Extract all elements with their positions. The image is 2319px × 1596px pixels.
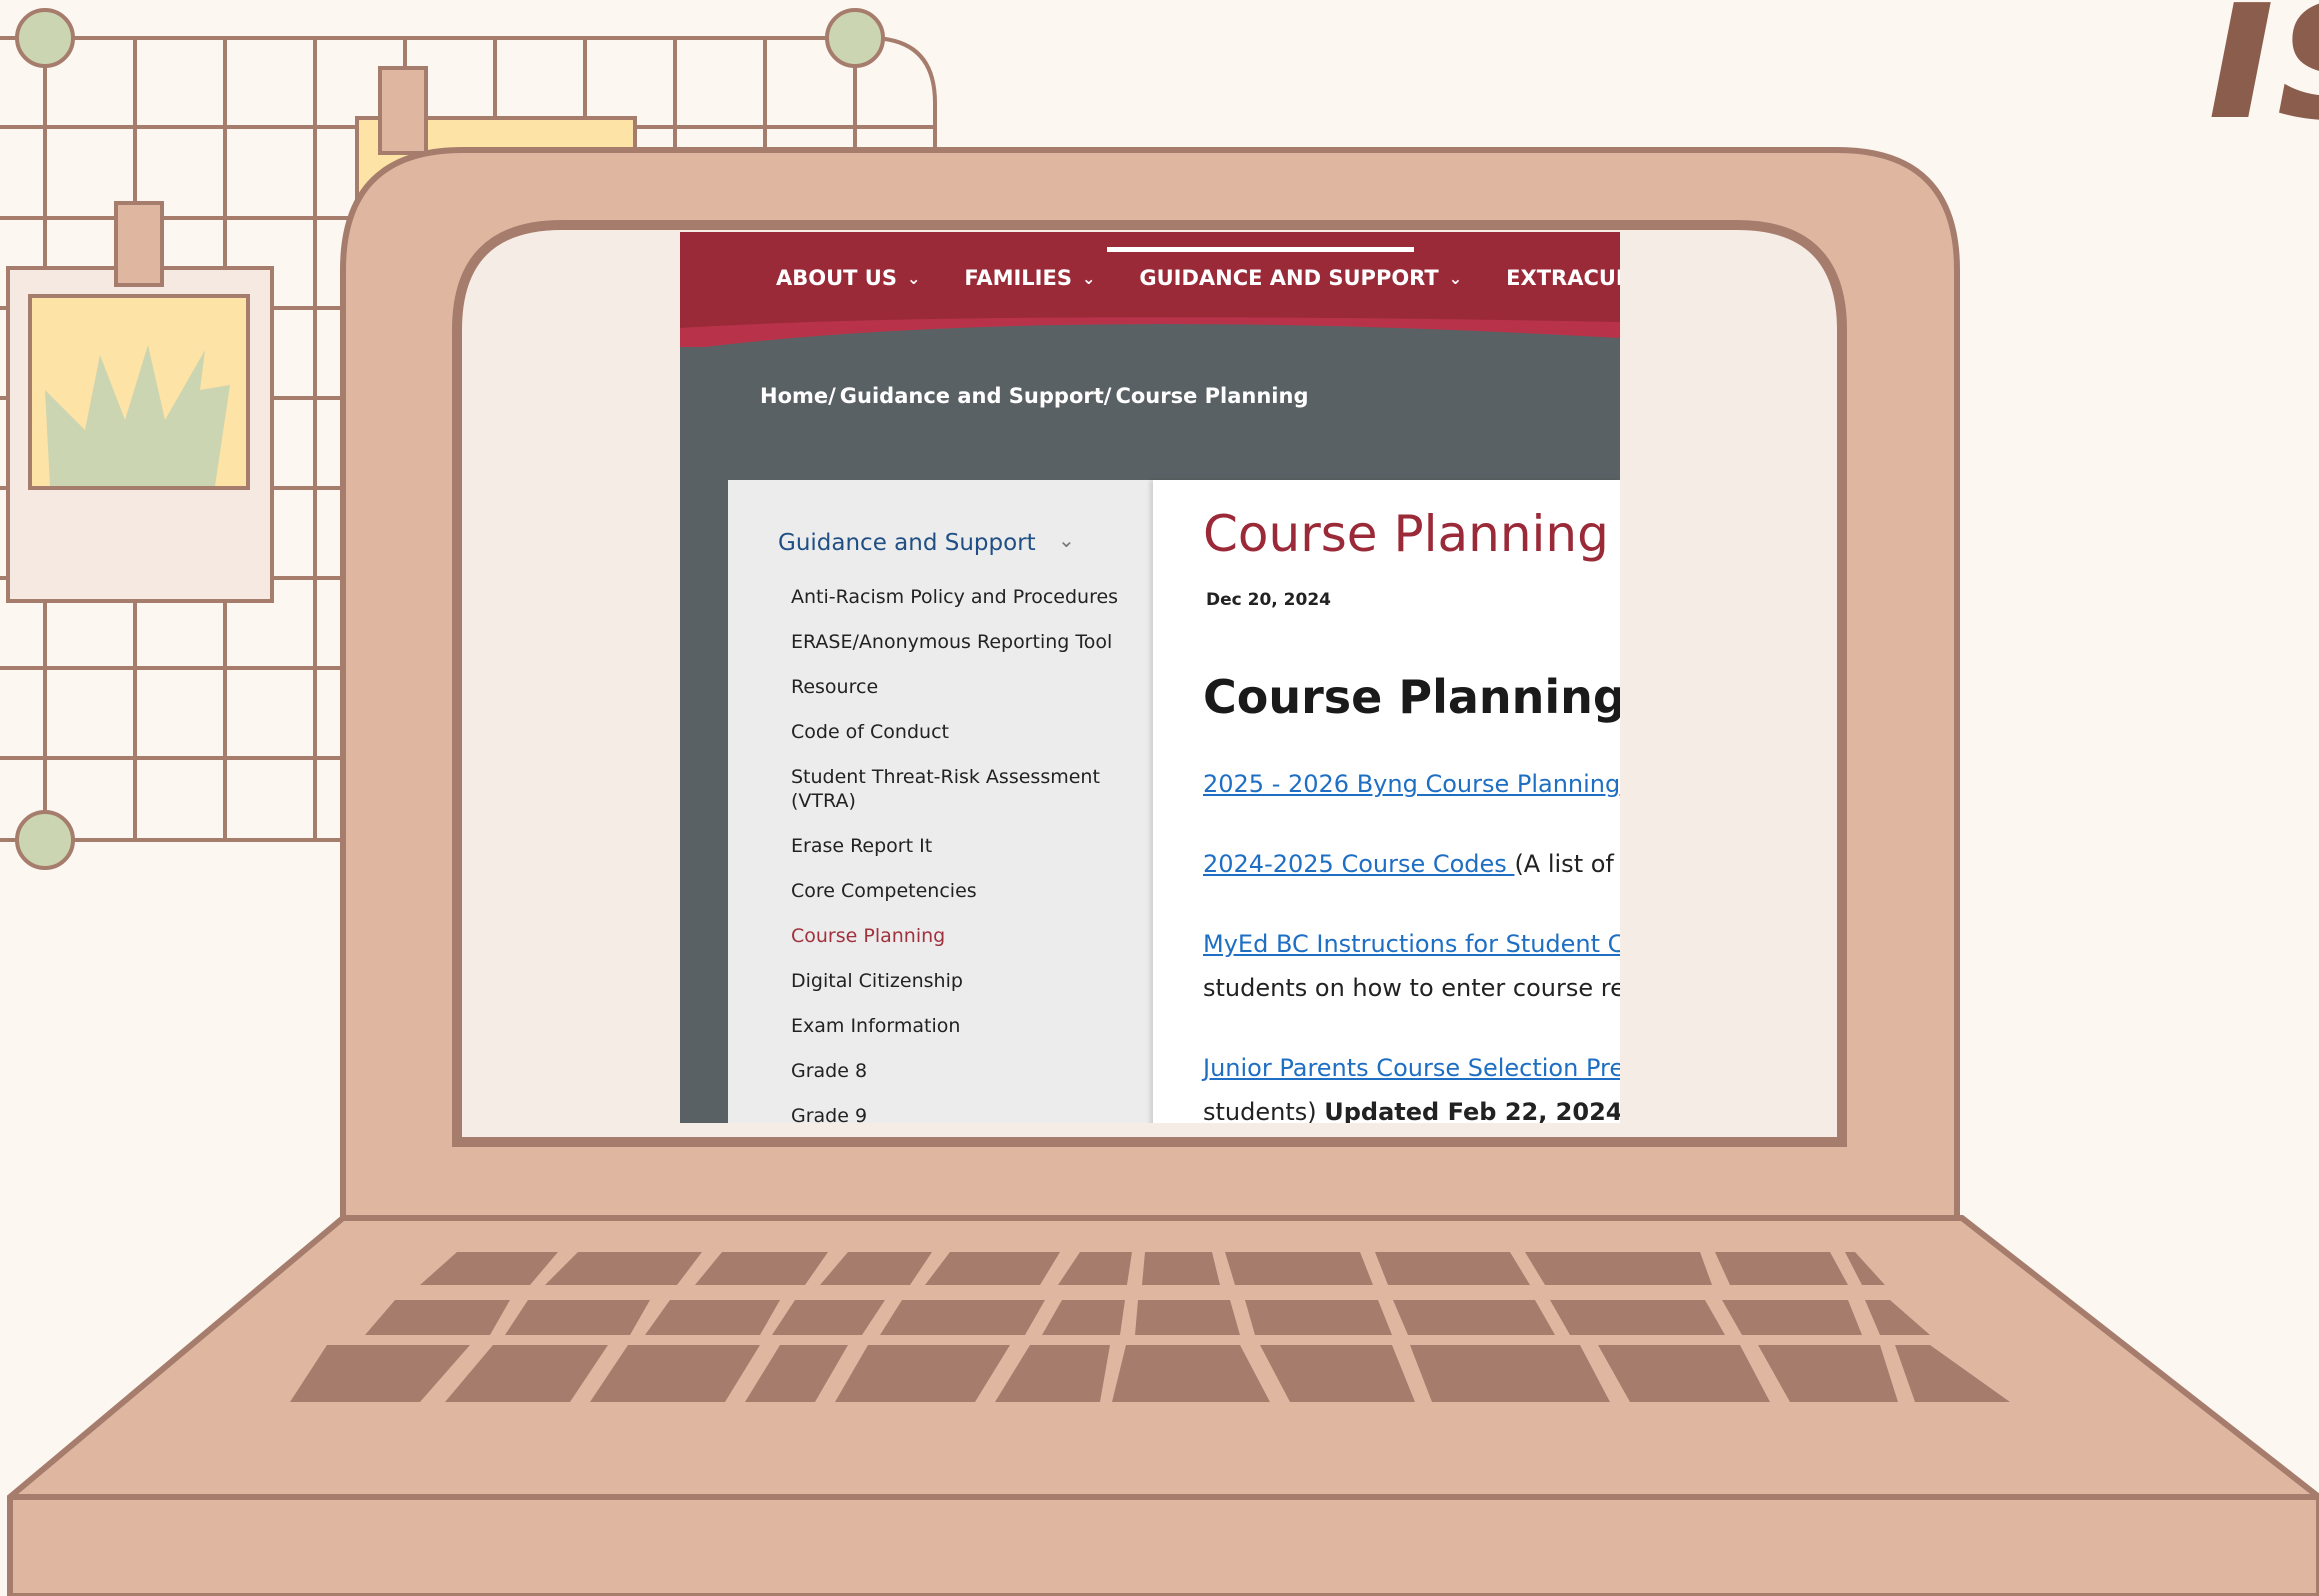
sidebar-item-vtra[interactable]: Student Threat-Risk Assessment (VTRA) (791, 765, 1131, 813)
sidebar-list: Anti-Racism Policy and Procedures ERASE/… (791, 585, 1131, 1123)
sidebar-section-title[interactable]: Guidance and Support (778, 530, 1036, 556)
decorative-heading-text: is (2205, 0, 2319, 167)
main-content: Course Planning Dec 20, 2024 Course Plan… (1153, 480, 1620, 1123)
breadcrumb: Home/Guidance and Support/Course Plannin… (760, 384, 1312, 408)
grid-knob (825, 8, 885, 68)
course-codes-link[interactable]: 2024-2025 Course Codes (1203, 850, 1514, 878)
course-codes-paragraph: 2024-2025 Course Codes (A list of al (1203, 842, 1620, 886)
polaroid-clip (114, 201, 164, 287)
chevron-down-icon: ⌄ (906, 268, 921, 288)
chevron-down-icon: ⌄ (1081, 268, 1096, 288)
chevron-down-icon: ⌄ (1448, 268, 1463, 288)
sidebar-item-core-competencies[interactable]: Core Competencies (791, 879, 1131, 903)
nav-active-indicator (1107, 247, 1414, 252)
sidebar-item-erase-reporting[interactable]: ERASE/Anonymous Reporting Tool (791, 630, 1131, 654)
breadcrumb-guidance[interactable]: Guidance and Support/ (840, 384, 1112, 408)
grid-knob (15, 8, 75, 68)
nav-item-label: EXTRACURRICUL (1506, 266, 1620, 290)
content-heading: Course Planning (1203, 670, 1620, 724)
sidebar-item-grade-9[interactable]: Grade 9 (791, 1104, 1131, 1123)
myed-description: students on how to enter course req (1203, 974, 1620, 1002)
myed-instructions-link[interactable]: MyEd BC Instructions for Student Co (1203, 930, 1620, 958)
nav-item-families[interactable]: FAMILIES ⌄ (964, 266, 1095, 290)
nav-item-label: ABOUT US (776, 266, 897, 290)
junior-parents-description: students) (1203, 1098, 1325, 1123)
page-title: Course Planning (1203, 505, 1609, 563)
junior-parents-presentation-link[interactable]: Junior Parents Course Selection Pres (1203, 1054, 1620, 1082)
nav-item-about-us[interactable]: ABOUT US ⌄ (776, 266, 920, 290)
breadcrumb-home[interactable]: Home/ (760, 384, 836, 408)
course-guide-paragraph: 2025 - 2026 Byng Course Planning Gu (1203, 762, 1620, 806)
sidebar-item-resource[interactable]: Resource (791, 675, 1131, 699)
sidebar-nav: Guidance and Support ⌄ Anti-Racism Polic… (728, 480, 1153, 1123)
clip (378, 66, 428, 155)
sidebar-item-digital-citizenship[interactable]: Digital Citizenship (791, 969, 1131, 993)
post-date: Dec 20, 2024 (1206, 590, 1331, 610)
myed-paragraph: MyEd BC Instructions for Student Co stud… (1203, 922, 1620, 1010)
nav-item-guidance-and-support[interactable]: GUIDANCE AND SUPPORT ⌄ (1139, 266, 1462, 290)
nav-menu: ABOUT US ⌄ FAMILIES ⌄ GUIDANCE AND SUPPO… (776, 266, 1620, 290)
nav-item-label: FAMILIES (964, 266, 1072, 290)
sidebar-item-course-planning[interactable]: Course Planning (791, 924, 1131, 948)
nav-item-label: GUIDANCE AND SUPPORT (1139, 266, 1439, 290)
course-codes-description: (A list of al (1514, 850, 1620, 878)
course-planning-guide-link[interactable]: 2025 - 2026 Byng Course Planning Gu (1203, 770, 1620, 798)
website-screenshot: ABOUT US ⌄ FAMILIES ⌄ GUIDANCE AND SUPPO… (680, 232, 1620, 1123)
sidebar-item-code-of-conduct[interactable]: Code of Conduct (791, 720, 1131, 744)
grid-knob (15, 810, 75, 870)
sidebar-item-exam-information[interactable]: Exam Information (791, 1014, 1131, 1038)
sidebar-item-erase-report-it[interactable]: Erase Report It (791, 834, 1131, 858)
chevron-down-icon[interactable]: ⌄ (1058, 528, 1075, 552)
breadcrumb-current: Course Planning (1115, 384, 1309, 408)
junior-parents-paragraph: Junior Parents Course Selection Pres stu… (1203, 1046, 1620, 1123)
sidebar-item-anti-racism[interactable]: Anti-Racism Policy and Procedures (791, 585, 1131, 609)
nav-item-extracurricular[interactable]: EXTRACURRICUL (1506, 266, 1620, 290)
updated-date: Updated Feb 22, 2024 (1324, 1098, 1620, 1123)
sidebar-item-grade-8[interactable]: Grade 8 (791, 1059, 1131, 1083)
